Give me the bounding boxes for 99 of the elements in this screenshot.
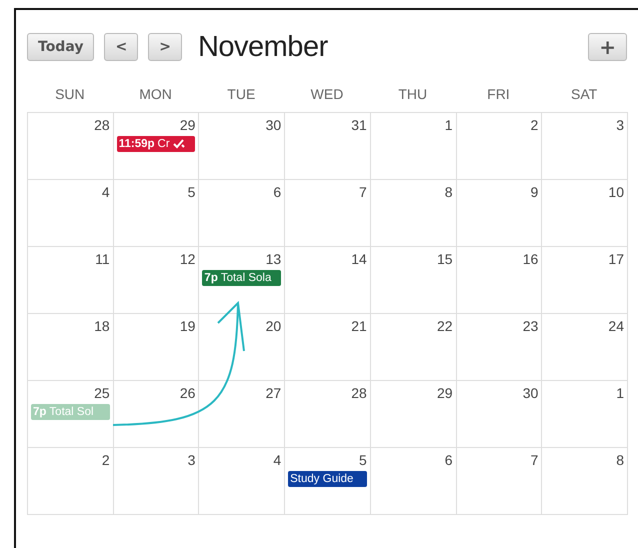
day-number: 31 xyxy=(351,117,367,133)
day-cell[interactable]: 30 xyxy=(456,381,542,448)
day-cell[interactable]: 20 xyxy=(199,314,286,381)
day-cell[interactable]: 9 xyxy=(456,180,542,247)
day-number: 16 xyxy=(522,251,538,267)
day-number: 6 xyxy=(444,452,453,468)
day-cell[interactable]: 23 xyxy=(456,314,542,381)
day-cell[interactable]: 3 xyxy=(542,113,628,180)
today-button[interactable]: Today xyxy=(27,33,94,61)
day-number: 27 xyxy=(266,385,282,401)
day-number: 4 xyxy=(102,184,110,200)
day-cell[interactable]: 13 7p Total Sola xyxy=(199,247,286,314)
day-cell[interactable]: 1 xyxy=(542,381,628,448)
day-number: 22 xyxy=(436,318,453,334)
weekday-label: THU xyxy=(397,86,428,104)
day-number: 21 xyxy=(351,318,367,334)
day-cell[interactable]: 18 xyxy=(28,314,114,381)
day-cell[interactable]: 26 xyxy=(114,381,200,448)
day-cell[interactable]: 3 xyxy=(114,448,200,515)
day-number: 14 xyxy=(351,251,367,267)
day-number: 7 xyxy=(359,184,367,200)
day-cell[interactable]: 30 xyxy=(199,113,286,180)
weekday-label: FRI xyxy=(486,86,511,104)
day-number: 18 xyxy=(94,318,110,334)
day-cell[interactable]: 5 xyxy=(114,180,200,247)
day-cell[interactable]: 29 11:59p Cr xyxy=(114,113,200,180)
weekday-label: SAT xyxy=(570,86,598,104)
day-cell[interactable]: 8 xyxy=(370,180,457,247)
day-number: 3 xyxy=(188,452,196,468)
day-number: 8 xyxy=(444,184,453,200)
event-chip[interactable]: 7p Total Sola xyxy=(202,270,282,286)
event-chip[interactable]: 11:59p Cr xyxy=(116,136,196,152)
day-cell[interactable]: 31 xyxy=(285,113,371,180)
day-cell[interactable]: 12 xyxy=(114,247,200,314)
day-number: 25 xyxy=(94,385,110,401)
day-number: 23 xyxy=(522,318,538,334)
day-cell[interactable]: 6 xyxy=(370,448,457,515)
next-button[interactable]: > xyxy=(148,33,182,61)
day-cell[interactable]: 27 xyxy=(199,381,286,448)
day-cell[interactable]: 28 xyxy=(285,381,371,448)
day-number: 1 xyxy=(444,117,453,133)
day-number: 30 xyxy=(266,117,282,133)
day-cell[interactable]: 22 xyxy=(370,314,457,381)
day-number: 12 xyxy=(180,251,196,267)
day-number: 5 xyxy=(359,452,367,468)
day-number: 8 xyxy=(616,452,624,468)
day-cell[interactable]: 19 xyxy=(114,314,200,381)
day-cell[interactable]: 21 xyxy=(285,314,371,381)
day-cell[interactable]: 7 xyxy=(285,180,371,247)
day-cell[interactable]: 28 xyxy=(28,113,114,180)
day-number: 26 xyxy=(180,385,196,401)
day-cell[interactable]: 2 xyxy=(28,448,114,515)
day-cell[interactable]: 1 xyxy=(370,113,457,180)
event-chip[interactable]: Study Guide xyxy=(288,471,367,487)
day-number: 6 xyxy=(273,184,282,200)
day-number: 1 xyxy=(616,385,624,401)
day-cell[interactable]: 4 xyxy=(199,448,286,515)
day-cell[interactable]: 4 xyxy=(28,180,114,247)
day-cell[interactable]: 24 xyxy=(542,314,628,381)
add-button[interactable]: + xyxy=(588,33,627,61)
day-number: 17 xyxy=(608,251,624,267)
day-number: 15 xyxy=(436,251,453,267)
day-cell[interactable]: 8 xyxy=(542,448,628,515)
weekday-label: TUE xyxy=(226,86,256,104)
day-number: 10 xyxy=(608,184,624,200)
day-cell[interactable]: 16 xyxy=(456,247,542,314)
day-number: 28 xyxy=(94,117,110,133)
day-number: 19 xyxy=(180,318,196,334)
day-cell[interactable]: 6 xyxy=(199,180,286,247)
weekday-label: SUN xyxy=(54,86,86,104)
day-cell[interactable]: 5 Study Guide xyxy=(285,448,371,515)
day-number: 24 xyxy=(608,318,624,334)
day-number: 4 xyxy=(273,452,282,468)
day-cell[interactable]: 14 xyxy=(285,247,371,314)
day-cell[interactable]: 25 7p Total Sol xyxy=(28,381,114,448)
day-number: 5 xyxy=(188,184,196,200)
day-cell[interactable]: 2 xyxy=(456,113,542,180)
weekday-label: MON xyxy=(138,86,173,104)
day-number: 29 xyxy=(436,385,453,401)
day-cell[interactable]: 17 xyxy=(542,247,628,314)
day-number: 13 xyxy=(266,251,282,267)
day-number: 30 xyxy=(522,385,538,401)
day-number: 11 xyxy=(95,251,110,267)
day-number: 28 xyxy=(351,385,367,401)
day-number: 29 xyxy=(180,117,196,133)
weekday-label: WED xyxy=(310,86,344,104)
day-cell[interactable]: 7 xyxy=(456,448,542,515)
day-cell[interactable]: 10 xyxy=(542,180,628,247)
day-cell[interactable]: 29 xyxy=(370,381,457,448)
day-number: 2 xyxy=(530,117,538,133)
day-number: 20 xyxy=(266,318,282,334)
day-cell[interactable]: 15 xyxy=(370,247,457,314)
day-cell[interactable]: 11 xyxy=(28,247,114,314)
previous-button[interactable]: < xyxy=(104,33,138,61)
day-number: 3 xyxy=(616,117,624,133)
day-number: 9 xyxy=(530,184,538,200)
day-number: 7 xyxy=(530,452,538,468)
month-title: November xyxy=(198,30,328,64)
day-number: 2 xyxy=(102,452,110,468)
